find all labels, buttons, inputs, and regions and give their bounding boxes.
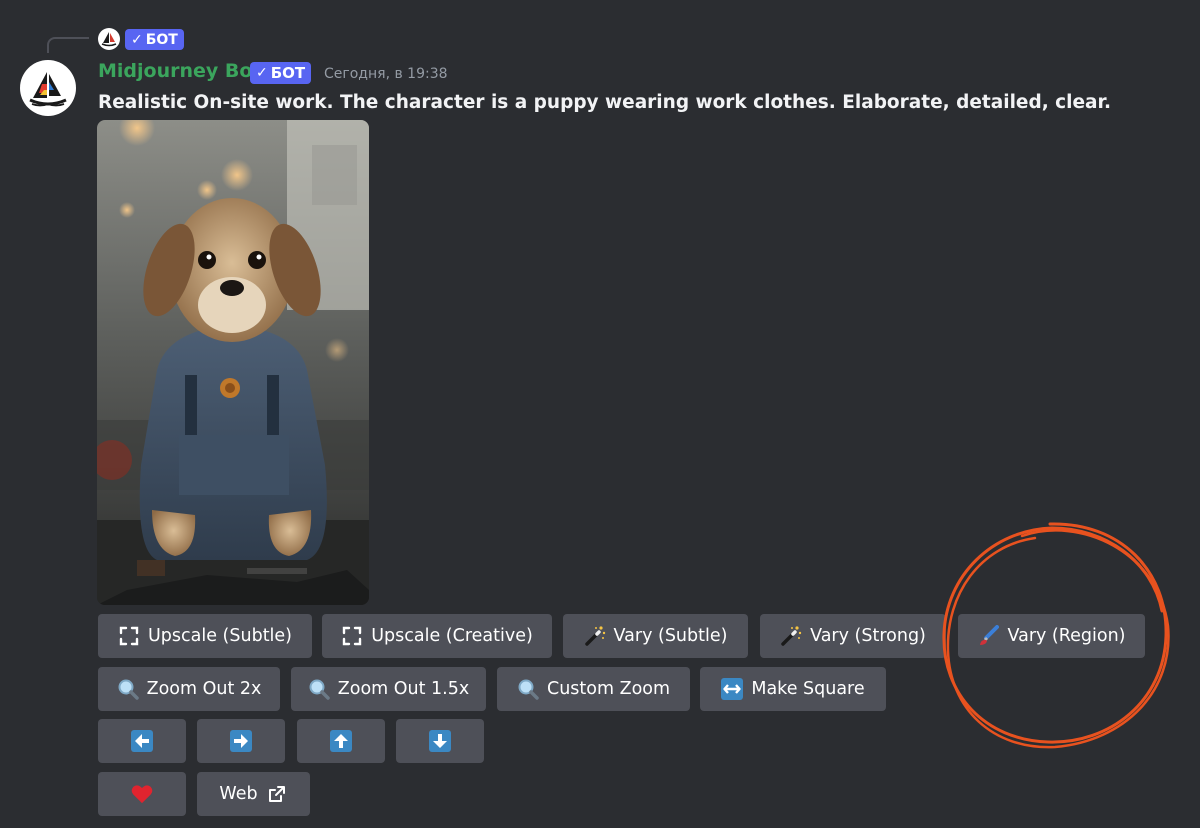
arrow-left-icon <box>131 730 153 752</box>
bot-tag: ✓ БОТ <box>250 62 312 84</box>
magic-wand-icon <box>584 625 606 647</box>
make-square-label: Make Square <box>751 679 865 699</box>
upscale-creative-label: Upscale (Creative) <box>371 626 533 646</box>
magnifier-icon <box>308 678 330 700</box>
midjourney-logo-icon <box>29 72 67 107</box>
message-timestamp: Сегодня, в 19:38 <box>324 66 448 82</box>
make-square-button[interactable]: Make Square <box>700 667 886 711</box>
reply-connector <box>47 37 89 53</box>
web-link-button[interactable]: Web <box>197 772 310 816</box>
vary-region-label: Vary (Region) <box>1007 626 1126 646</box>
arrow-right-icon <box>230 730 252 752</box>
favorite-button[interactable] <box>98 772 186 816</box>
heart-icon <box>131 783 153 805</box>
generated-image[interactable] <box>97 120 369 605</box>
reply-bot-tag-label: БОТ <box>145 31 178 48</box>
vary-strong-button[interactable]: Vary (Strong) <box>760 614 946 658</box>
expand-icon <box>118 625 140 647</box>
puppy-image <box>97 120 369 605</box>
zoom-out-2x-button[interactable]: Zoom Out 2x <box>98 667 280 711</box>
external-link-icon <box>266 783 288 805</box>
bot-avatar[interactable] <box>20 60 76 116</box>
vary-region-button[interactable]: Vary (Region) <box>958 614 1145 658</box>
vary-subtle-label: Vary (Subtle) <box>613 626 728 646</box>
reply-avatar[interactable] <box>98 28 120 50</box>
custom-zoom-label: Custom Zoom <box>546 679 671 699</box>
zoom-out-1-5x-button[interactable]: Zoom Out 1.5x <box>291 667 486 711</box>
web-link-label: Web <box>219 784 258 804</box>
magic-wand-icon <box>780 625 802 647</box>
reply-bot-tag: ✓ БОТ <box>125 29 184 50</box>
username[interactable]: Midjourney Bot <box>98 60 262 82</box>
magnifier-icon <box>117 678 139 700</box>
checkmark-icon: ✓ <box>131 31 143 48</box>
midjourney-logo-icon <box>101 32 117 47</box>
vary-strong-label: Vary (Strong) <box>810 626 926 646</box>
prompt-text: Realistic On-site work. The character is… <box>98 92 1112 113</box>
upscale-subtle-label: Upscale (Subtle) <box>147 626 293 646</box>
left-right-arrow-icon <box>721 678 744 700</box>
expand-icon <box>341 625 363 647</box>
upscale-subtle-button[interactable]: Upscale (Subtle) <box>98 614 312 658</box>
pan-left-button[interactable] <box>98 719 186 763</box>
arrow-up-icon <box>330 730 352 752</box>
arrow-down-icon <box>429 730 451 752</box>
zoom-out-2x-label: Zoom Out 2x <box>146 679 262 699</box>
pan-right-button[interactable] <box>197 719 285 763</box>
checkmark-icon: ✓ <box>256 65 268 81</box>
custom-zoom-button[interactable]: Custom Zoom <box>497 667 690 711</box>
pan-down-button[interactable] <box>396 719 484 763</box>
magnifier-icon <box>517 678 539 700</box>
upscale-creative-button[interactable]: Upscale (Creative) <box>322 614 552 658</box>
bot-tag-label: БОТ <box>270 64 306 82</box>
zoom-out-1-5x-label: Zoom Out 1.5x <box>337 679 470 699</box>
vary-subtle-button[interactable]: Vary (Subtle) <box>563 614 748 658</box>
pan-up-button[interactable] <box>297 719 385 763</box>
paintbrush-icon <box>977 625 1000 647</box>
